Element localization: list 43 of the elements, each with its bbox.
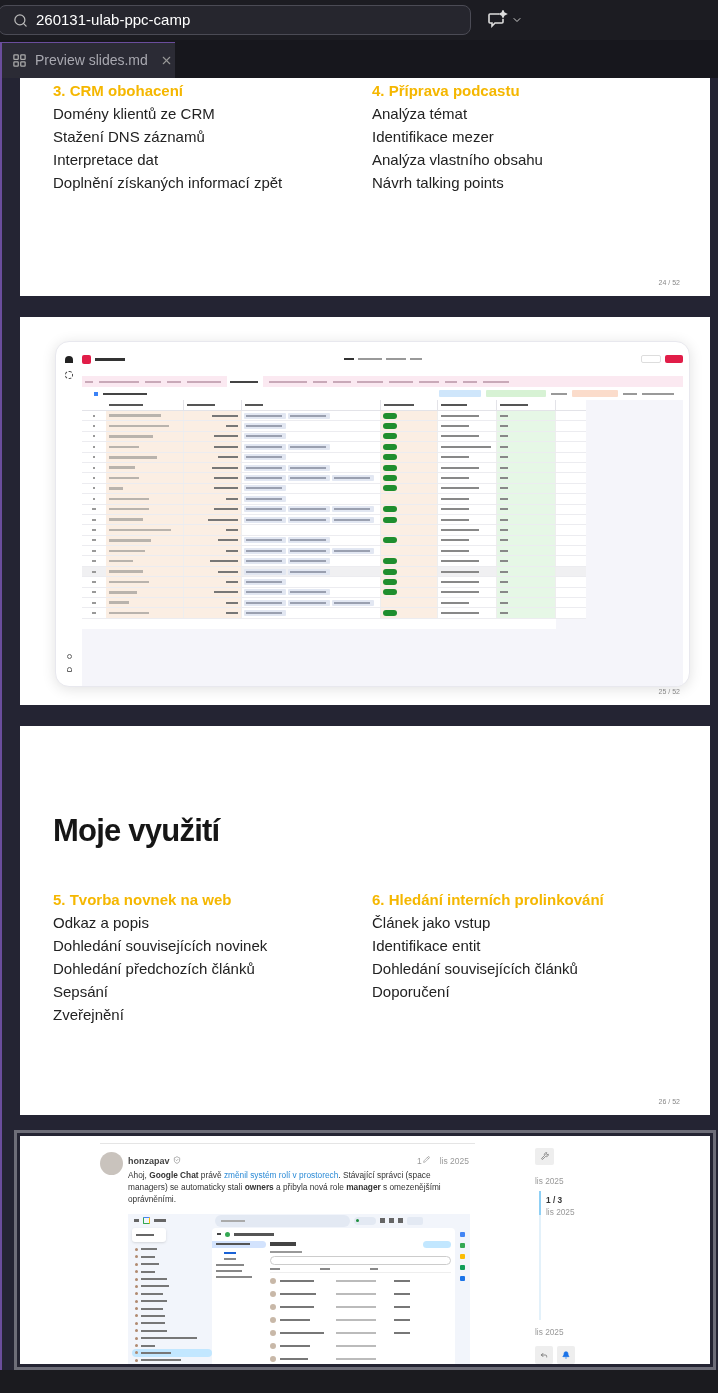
list-item: Analýza vlastního obsahu xyxy=(372,150,543,170)
preview-icon xyxy=(12,53,27,68)
list-item: Domény klientů ze CRM xyxy=(53,104,215,124)
list-item: Článek jako vstup xyxy=(372,913,491,933)
timeline-date: lis 2025 xyxy=(535,1325,564,1338)
reply-icon xyxy=(540,1351,548,1359)
search-field[interactable]: 260131-ulab-ppc-camp xyxy=(0,5,471,35)
list-item: Interpretace dat xyxy=(53,150,159,170)
list-item: Zveřejnění xyxy=(53,1005,124,1025)
avatar xyxy=(100,1152,123,1175)
timeline-position: 1 / 3 xyxy=(546,1193,564,1207)
wrench-icon xyxy=(540,1152,549,1161)
username[interactable]: honzapav xyxy=(128,1155,170,1169)
pencil-icon xyxy=(422,1156,430,1163)
list-item: Doporučení xyxy=(372,982,450,1002)
wrench-button[interactable] xyxy=(535,1148,554,1165)
list-item: Analýza témat xyxy=(372,104,468,124)
list-item: Sepsání xyxy=(53,982,109,1002)
timeline-date: lis 2025 xyxy=(535,1174,564,1187)
search-icon xyxy=(13,12,28,28)
list-item: Doplnění získaných informací zpět xyxy=(53,173,283,193)
list-item: Dohledání souvisejících článků xyxy=(372,959,578,979)
bell-icon xyxy=(562,1351,570,1359)
shield-icon xyxy=(172,1156,181,1164)
post-text: Ahoj, Google Chat právě změnil systém rolí v prostorech. Stávající správci (space managers) se automaticky stali owners a přibyla nová role managers omezenějšími oprávněními. xyxy=(128,1169,442,1205)
list-item: Stažení DNS záznamů xyxy=(53,127,205,147)
editor-tab[interactable]: Preview slides.md xyxy=(0,42,175,78)
edit-count: 1 xyxy=(416,1155,422,1168)
list-item: Identifikace entit xyxy=(372,936,481,956)
section-heading: 6. Hledání interních prolinkování xyxy=(372,890,604,910)
notification-button[interactable] xyxy=(557,1346,575,1364)
list-item: Dohledání souvisejících novinek xyxy=(53,936,268,956)
list-item: Návrh talking points xyxy=(372,173,504,193)
section-heading: 4. Příprava podcastu xyxy=(372,81,520,101)
list-item: Odkaz a popis xyxy=(53,913,149,933)
list-item: Dohledání předchozích článků xyxy=(53,959,255,979)
chat-sparkle-icon[interactable] xyxy=(487,10,509,30)
timeline-date: lis 2025 xyxy=(546,1206,575,1219)
section-heading: 5. Tvorba novnek na web xyxy=(53,890,232,910)
section-heading: 3. CRM obohacení xyxy=(53,81,183,101)
list-item: Identifikace mezer xyxy=(372,127,494,147)
slide-title: Moje využití xyxy=(53,812,220,850)
post-date: lis 2025 xyxy=(439,1155,469,1168)
